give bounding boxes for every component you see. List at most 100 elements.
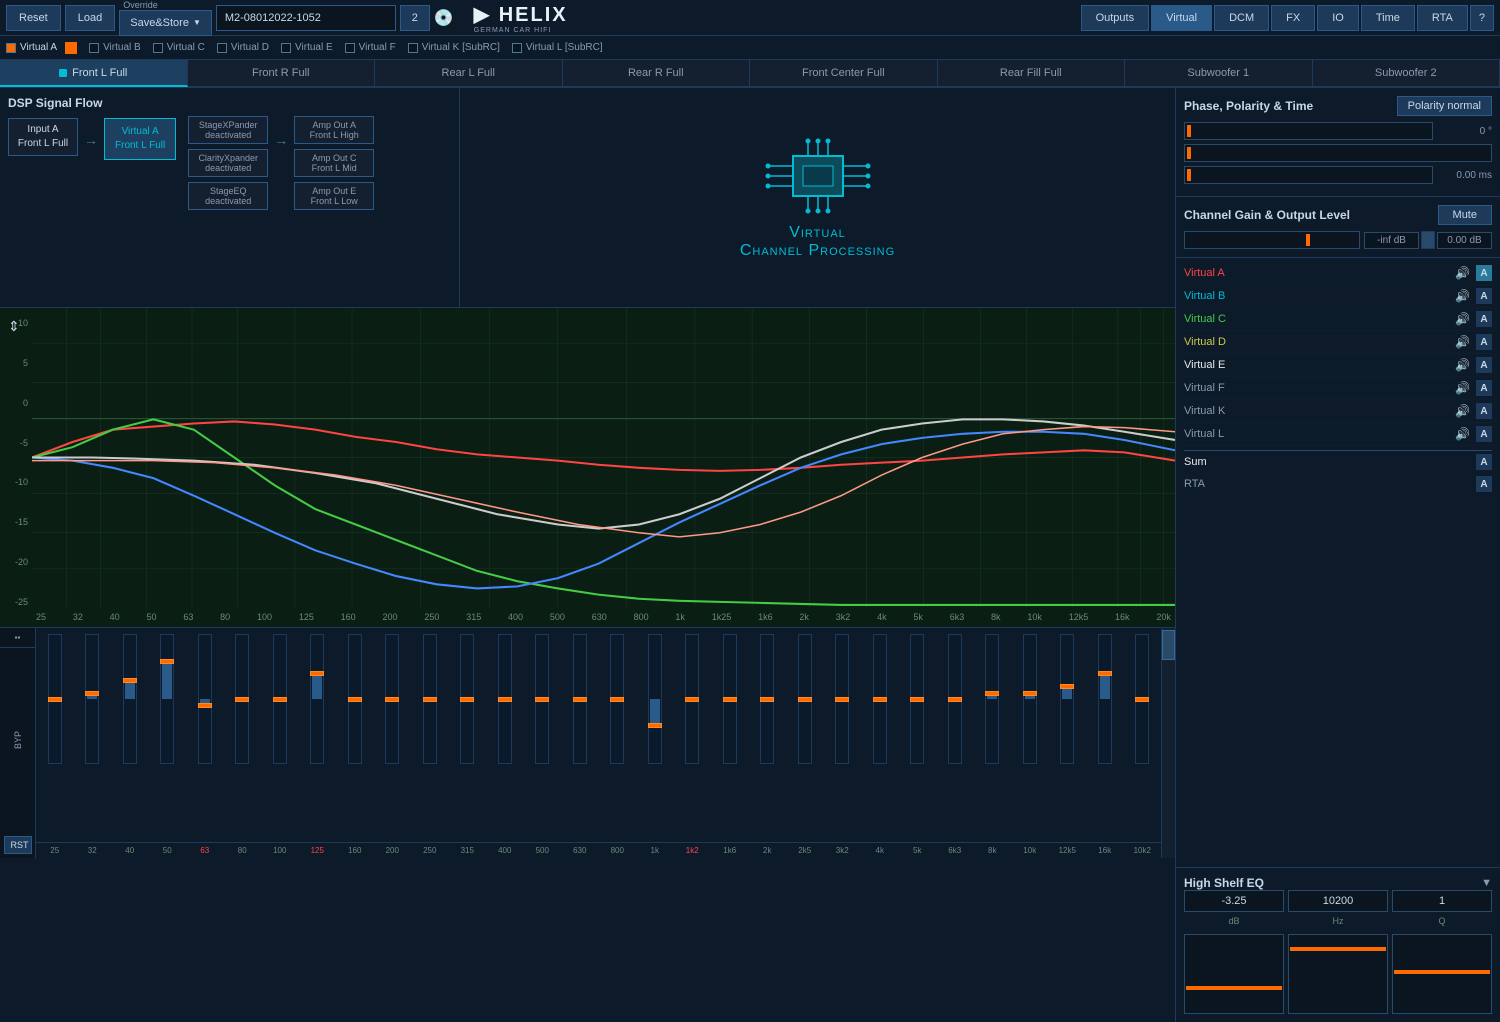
eq-band-400[interactable] <box>486 634 524 842</box>
virtual-tab-a[interactable]: Virtual A <box>6 42 77 54</box>
eq-band-4k[interactable] <box>861 634 899 842</box>
virtual-tab-e[interactable]: Virtual E <box>281 42 333 53</box>
eq-band-5k[interactable] <box>899 634 937 842</box>
eq-track-2k5[interactable] <box>798 634 812 764</box>
eq-track-40[interactable] <box>123 634 137 764</box>
eq-handle-3k2[interactable] <box>835 697 849 702</box>
hs-slider-q[interactable] <box>1392 934 1492 1014</box>
eq-track-50[interactable] <box>160 634 174 764</box>
eq-track-32[interactable] <box>85 634 99 764</box>
preset-name-input[interactable] <box>216 5 396 31</box>
delay-slider2[interactable] <box>1184 166 1433 184</box>
eq-handle-16k[interactable] <box>1098 671 1112 676</box>
eq-band-500[interactable] <box>524 634 562 842</box>
eq-band-2k5[interactable] <box>786 634 824 842</box>
dsp-stage-eq[interactable]: StageEQdeactivated <box>188 182 268 210</box>
dsp-amp-out-c[interactable]: Amp Out CFront L Mid <box>294 149 374 177</box>
nav-time[interactable]: Time <box>1361 5 1415 31</box>
gain-slider[interactable] <box>1184 231 1360 249</box>
rta-letter[interactable]: A <box>1476 476 1492 492</box>
nav-io[interactable]: IO <box>1317 5 1359 31</box>
ch-letter-b[interactable]: A <box>1476 288 1492 304</box>
ch-item-virtual-c[interactable]: Virtual C 🔊 A <box>1184 308 1492 331</box>
eq-handle-8k[interactable] <box>985 691 999 696</box>
eq-band-10k2[interactable] <box>1124 634 1162 842</box>
channel-tab-front-l[interactable]: Front L Full <box>0 60 188 87</box>
high-shelf-hz[interactable]: 10200 <box>1288 890 1388 912</box>
eq-track-100[interactable] <box>273 634 287 764</box>
eq-band-800[interactable] <box>599 634 637 842</box>
eq-track-160[interactable] <box>348 634 362 764</box>
ch-letter-f[interactable]: A <box>1476 380 1492 396</box>
eq-handle-10k[interactable] <box>1023 691 1037 696</box>
eq-track-125[interactable] <box>310 634 324 764</box>
high-shelf-db[interactable]: -3.25 <box>1184 890 1284 912</box>
channel-tab-rear-r[interactable]: Rear R Full <box>563 60 751 87</box>
eq-track-12k5[interactable] <box>1060 634 1074 764</box>
eq-track-1k2[interactable] <box>685 634 699 764</box>
ch-item-virtual-k[interactable]: Virtual K 🔊 A <box>1184 400 1492 423</box>
eq-track-1k[interactable] <box>648 634 662 764</box>
eq-handle-1k6[interactable] <box>723 697 737 702</box>
eq-track-80[interactable] <box>235 634 249 764</box>
eq-handle-400[interactable] <box>498 697 512 702</box>
eq-band-100[interactable] <box>261 634 299 842</box>
eq-track-400[interactable] <box>498 634 512 764</box>
channel-tab-rear-l[interactable]: Rear L Full <box>375 60 563 87</box>
eq-handle-1k2[interactable] <box>685 697 699 702</box>
dsp-stage-xpander[interactable]: StageXPanderdeactivated <box>188 116 268 144</box>
dsp-virtual-node[interactable]: Virtual A Front L Full <box>104 118 176 160</box>
eq-track-10k2[interactable] <box>1135 634 1149 764</box>
hs-slider-db[interactable] <box>1184 934 1284 1014</box>
eq-band-80[interactable] <box>224 634 262 842</box>
ch-letter-a[interactable]: A <box>1476 265 1492 281</box>
eq-handle-630[interactable] <box>573 697 587 702</box>
mute-button[interactable]: Mute <box>1438 205 1492 225</box>
nav-virtual[interactable]: Virtual <box>1151 5 1212 31</box>
channel-tab-sub2[interactable]: Subwoofer 2 <box>1313 60 1500 87</box>
load-button[interactable]: Load <box>65 5 115 31</box>
nav-fx[interactable]: FX <box>1271 5 1315 31</box>
eq-band-315[interactable] <box>449 634 487 842</box>
ch-item-virtual-f[interactable]: Virtual F 🔊 A <box>1184 377 1492 400</box>
ch-item-virtual-b[interactable]: Virtual B 🔊 A <box>1184 285 1492 308</box>
eq-band-3k2[interactable] <box>824 634 862 842</box>
eq-band-8k[interactable] <box>974 634 1012 842</box>
sum-letter[interactable]: A <box>1476 454 1492 470</box>
high-shelf-q[interactable]: 1 <box>1392 890 1492 912</box>
rta-item[interactable]: RTA A <box>1184 473 1492 495</box>
dsp-input-node[interactable]: Input A Front L Full <box>8 118 78 156</box>
eq-band-6k3[interactable] <box>936 634 974 842</box>
delay-slider[interactable] <box>1184 144 1492 162</box>
gain-mini-scroll[interactable] <box>1421 231 1435 249</box>
virtual-tab-k[interactable]: Virtual K [SubRC] <box>408 42 500 53</box>
eq-track-200[interactable] <box>385 634 399 764</box>
eq-track-5k[interactable] <box>910 634 924 764</box>
eq-band-25[interactable] <box>36 634 74 842</box>
eq-handle-32[interactable] <box>85 691 99 696</box>
eq-band-40[interactable] <box>111 634 149 842</box>
eq-handle-12k5[interactable] <box>1060 684 1074 689</box>
eq-track-250[interactable] <box>423 634 437 764</box>
nav-rta[interactable]: RTA <box>1417 5 1468 31</box>
ch-item-virtual-l[interactable]: Virtual L 🔊 A <box>1184 423 1492 446</box>
eq-band-1k6[interactable] <box>711 634 749 842</box>
dsp-amp-out-a[interactable]: Amp Out AFront L High <box>294 116 374 144</box>
ch-letter-l[interactable]: A <box>1476 426 1492 442</box>
channel-tab-sub1[interactable]: Subwoofer 1 <box>1125 60 1313 87</box>
eq-handle-63[interactable] <box>198 703 212 708</box>
eq-band-32[interactable] <box>74 634 112 842</box>
help-button[interactable]: ? <box>1470 5 1494 31</box>
eq-track-630[interactable] <box>573 634 587 764</box>
ch-item-virtual-a[interactable]: Virtual A 🔊 A <box>1184 262 1492 285</box>
eq-band-10k[interactable] <box>1011 634 1049 842</box>
eq-handle-50[interactable] <box>160 659 174 664</box>
ch-letter-e[interactable]: A <box>1476 357 1492 373</box>
eq-band-200[interactable] <box>374 634 412 842</box>
virtual-tab-c[interactable]: Virtual C <box>153 42 205 53</box>
graph-zoom-icon[interactable]: ⇕ <box>8 318 20 335</box>
eq-band-630[interactable] <box>561 634 599 842</box>
virtual-tab-l[interactable]: Virtual L [SubRC] <box>512 42 603 53</box>
eq-track-10k[interactable] <box>1023 634 1037 764</box>
eq-band-16k[interactable] <box>1086 634 1124 842</box>
